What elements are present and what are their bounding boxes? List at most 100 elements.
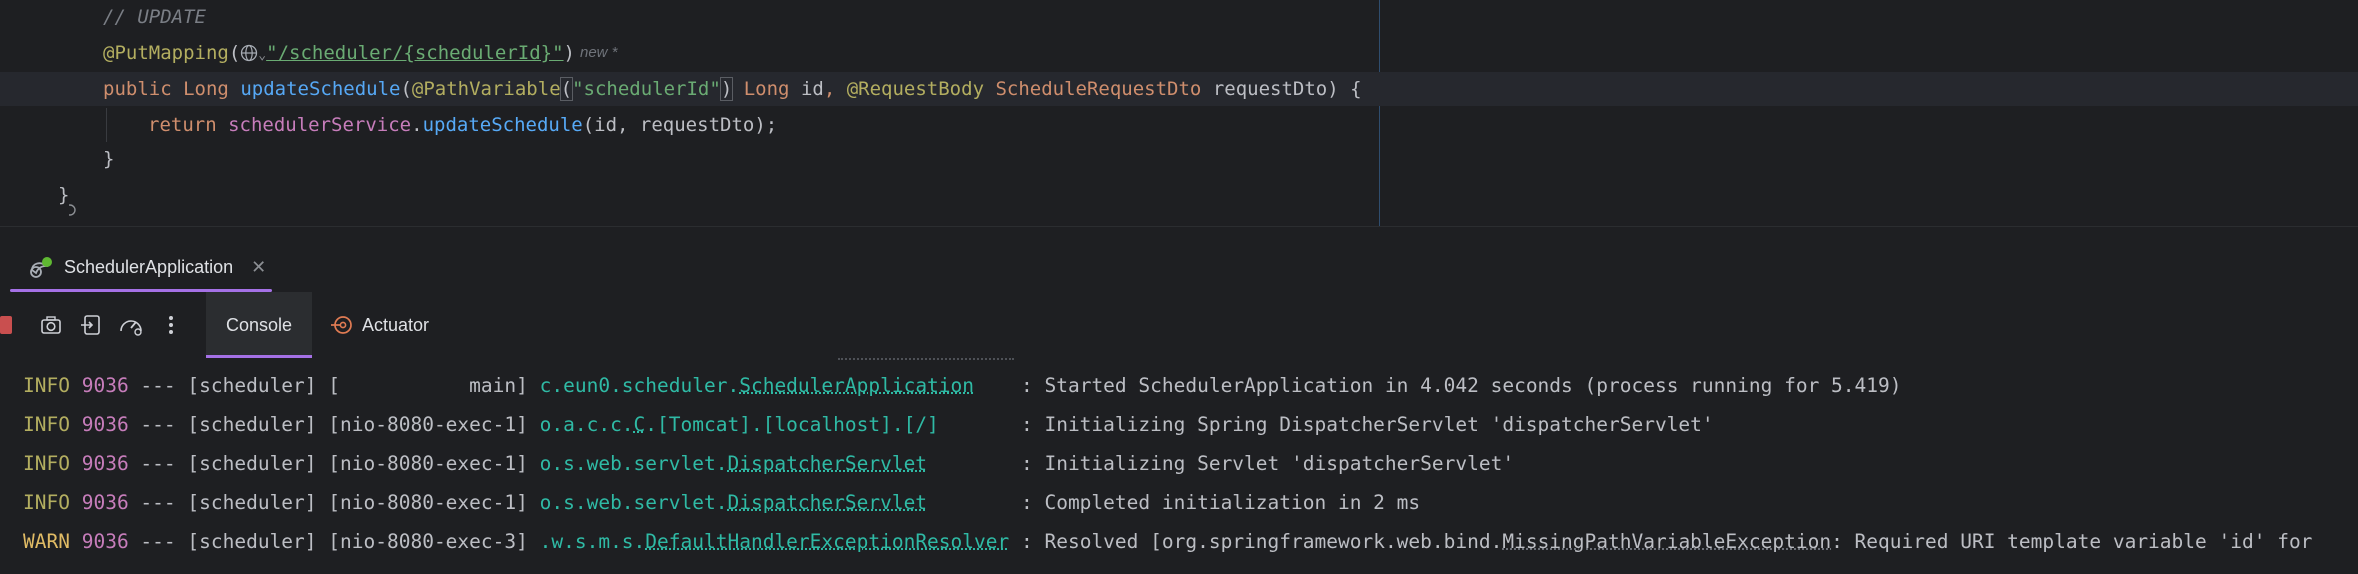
logger-pad	[974, 374, 1021, 397]
log-logger[interactable]: o.s.web.servlet.DispatcherServlet	[540, 491, 927, 514]
log-logger[interactable]: c.eun0.scheduler.SchedulerApplication	[540, 374, 974, 397]
log-pid: 9036	[81, 374, 129, 397]
code-editor[interactable]: // UPDATE @PutMapping(⌄"/scheduler/{sche…	[0, 0, 2358, 226]
run-config-tab[interactable]: SchedulerApplication ✕	[12, 243, 282, 291]
put-mapping-annotation: @PutMapping	[103, 42, 229, 64]
log-level: INFO	[23, 452, 70, 475]
path-variable-value: "schedulerId"	[572, 78, 721, 100]
log-pid: 9036	[81, 413, 129, 436]
log-message: : Started SchedulerApplication in 4.042 …	[1021, 374, 1902, 397]
tab-actuator-label: Actuator	[362, 314, 430, 335]
logger-suffix: .[Tomcat].[localhost].[/]	[645, 413, 939, 436]
log-sep: ---	[128, 452, 188, 475]
param-id: id	[800, 78, 824, 100]
return-statement-code: return schedulerService.updateSchedule(i…	[148, 114, 778, 136]
logger-class-link[interactable]: DispatcherServlet	[727, 452, 927, 475]
open-brace: {	[1350, 78, 1362, 100]
logger-pad	[1009, 530, 1021, 553]
log-level: WARN	[23, 530, 70, 553]
message-suffix: : Required URI template variable 'id' fo…	[1831, 530, 2313, 553]
log-app: [scheduler]	[187, 530, 317, 553]
logger-prefix: o.s.web.servlet.	[539, 491, 728, 514]
put-mapping-path[interactable]: "/scheduler/{schedulerId}"	[266, 42, 563, 64]
stop-icon[interactable]	[0, 316, 12, 334]
log-line[interactable]: INFO 9036 --- [scheduler] [nio-8080-exec…	[23, 406, 1714, 444]
code-comment: // UPDATE	[103, 6, 206, 28]
service-field: schedulerService	[228, 114, 412, 136]
close-brace-method: }	[103, 148, 115, 170]
service-call: updateSchedule	[422, 114, 583, 136]
log-app: [scheduler]	[187, 374, 317, 397]
call-args: (id, requestDto);	[582, 114, 778, 136]
more-options-icon[interactable]	[158, 312, 184, 338]
log-pid: 9036	[81, 452, 129, 475]
code-line-comment[interactable]: // UPDATE	[0, 0, 2358, 34]
method-signature-code: public Long updateSchedule(@PathVariable…	[103, 77, 1362, 101]
logger-class-link[interactable]: SchedulerApplication	[739, 374, 974, 397]
logger-class-link[interactable]: DefaultHandlerExceptionResolver	[645, 530, 1009, 553]
code-line-return[interactable]: return schedulerService.updateSchedule(i…	[0, 108, 2358, 142]
exception-class-link[interactable]: MissingPathVariableException	[1502, 530, 1831, 553]
log-logger[interactable]: .w.s.m.s.DefaultHandlerExceptionResolver	[540, 530, 1010, 553]
gauge-icon[interactable]	[118, 312, 144, 338]
log-pid: 9036	[81, 530, 129, 553]
tab-actuator[interactable]: Actuator	[330, 292, 429, 358]
log-logger[interactable]: o.a.c.c.C.[Tomcat].[localhost].[/]	[540, 413, 939, 436]
log-line[interactable]: INFO 9036 --- [scheduler] [nio-8080-exec…	[23, 445, 1514, 483]
logger-prefix: o.a.c.c.	[539, 413, 634, 436]
kw-return: return	[148, 114, 217, 136]
log-line[interactable]: INFO 9036 --- [scheduler] [nio-8080-exec…	[23, 484, 1420, 522]
return-type: Long	[183, 78, 229, 100]
new-hint: new *	[580, 44, 618, 61]
restore-layout-icon[interactable]	[78, 312, 104, 338]
log-thread: [nio-8080-exec-1]	[328, 413, 528, 436]
logger-prefix: o.s.web.servlet.	[539, 452, 728, 475]
log-message: : Initializing Servlet 'dispatcherServle…	[1020, 452, 1515, 475]
code-line-close-method[interactable]: }	[0, 142, 2358, 176]
log-line[interactable]: INFO 9036 --- [scheduler] [ main] c.eun0…	[23, 367, 1902, 405]
path-variable-annotation: @PathVariable	[411, 78, 561, 100]
param-type-long: Long	[743, 78, 790, 100]
logger-class-link[interactable]: C	[634, 413, 646, 436]
log-app: [scheduler]	[187, 413, 317, 436]
console-separator	[838, 358, 1014, 360]
log-sep: ---	[128, 530, 188, 553]
code-line-close-class[interactable]: }	[0, 178, 2358, 212]
globe-icon[interactable]	[240, 39, 258, 62]
log-logger[interactable]: o.s.web.servlet.DispatcherServlet	[540, 452, 927, 475]
run-config-icon	[28, 254, 54, 280]
actuator-icon	[330, 313, 354, 337]
log-thread: [nio-8080-exec-1]	[328, 452, 528, 475]
log-sep: ---	[128, 491, 188, 514]
run-config-title: SchedulerApplication	[64, 256, 234, 277]
tab-console-label: Console	[225, 314, 293, 335]
log-sep: ---	[128, 413, 188, 436]
log-level: INFO	[23, 413, 70, 436]
log-message: : Completed initialization in 2 ms	[1020, 491, 1421, 514]
camera-icon[interactable]	[38, 312, 64, 338]
logger-class-link[interactable]: DispatcherServlet	[727, 491, 927, 514]
tab-console[interactable]: Console	[206, 292, 312, 358]
log-level: INFO	[23, 491, 70, 514]
console-output[interactable]: INFO 9036 --- [scheduler] [ main] c.eun0…	[0, 358, 2358, 574]
run-tool-window-header: SchedulerApplication ✕	[0, 226, 2358, 293]
log-line[interactable]: WARN 9036 --- [scheduler] [nio-8080-exec…	[23, 523, 2312, 561]
log-thread: [nio-8080-exec-3]	[328, 530, 528, 553]
code-line-method-signature[interactable]: public Long updateSchedule(@PathVariable…	[0, 72, 2358, 216]
log-app: [scheduler]	[187, 452, 317, 475]
logger-pad	[939, 413, 1021, 436]
log-level: INFO	[23, 374, 70, 397]
log-pid: 9036	[81, 491, 129, 514]
indent-guide	[106, 108, 107, 142]
close-brace-class: }	[58, 184, 70, 206]
close-icon[interactable]: ✕	[251, 257, 266, 278]
run-toolbar: Console Actuator	[0, 292, 2358, 359]
put-mapping-code: @PutMapping(⌄"/scheduler/{schedulerId}")	[103, 36, 575, 73]
log-message: : Resolved [org.springframework.web.bind…	[1021, 530, 2312, 553]
chevron-down-icon[interactable]: ⌄	[258, 48, 266, 63]
param-request-dto: requestDto	[1212, 78, 1328, 100]
code-line-put-mapping[interactable]: @PutMapping(⌄"/scheduler/{schedulerId}")…	[0, 36, 2358, 70]
log-thread: [nio-8080-exec-1]	[328, 491, 528, 514]
method-name: updateSchedule	[240, 78, 401, 100]
param-type-dto: ScheduleRequestDto	[995, 78, 1202, 100]
